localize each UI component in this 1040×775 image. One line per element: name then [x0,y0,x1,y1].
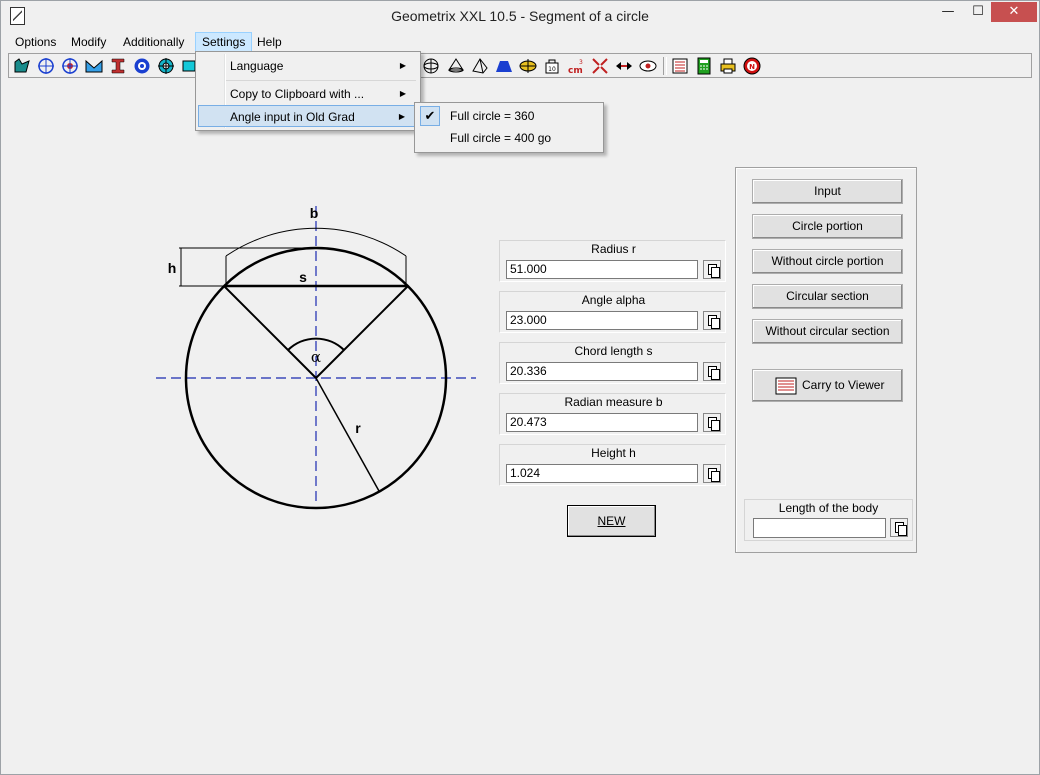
svg-text:cm: cm [568,66,583,75]
calculator-icon[interactable] [695,57,713,75]
angle-label: Angle alpha [581,293,646,307]
radius-field[interactable]: 51.000 [506,260,698,279]
submenu-full-circle-360[interactable]: ✔ Full circle = 360 [417,105,601,127]
height-group: Height h 1.024 [499,444,726,486]
without-circle-portion-button[interactable]: Without circle portion [752,249,903,274]
circle-target-icon[interactable] [61,57,79,75]
submenu-full-circle-360-label: Full circle = 360 [450,109,535,123]
new-button-label: NEW [597,514,626,528]
menu-help[interactable]: Help [251,33,288,51]
sphere-icon[interactable] [422,57,440,75]
menu-additionally[interactable]: Additionally [117,33,190,51]
toolbar: 10 cm 3 N [8,53,1032,78]
unit-cm-icon[interactable]: cm3 [567,57,585,75]
window-title: Geometrix XXL 10.5 - Segment of a circle [391,8,649,24]
angles-icon[interactable] [591,57,609,75]
i-beam-icon[interactable] [109,57,127,75]
m-shape-icon[interactable] [85,57,103,75]
app-window: Geometrix XXL 10.5 - Segment of a circle… [0,0,1040,775]
radian-field[interactable]: 20.473 [506,413,698,432]
list-icon[interactable] [671,57,689,75]
toolbar-separator [663,57,667,75]
copy-height-button[interactable] [703,464,721,483]
circle-dot-icon[interactable] [133,57,151,75]
label-h: h [168,260,177,276]
copy-radius-button[interactable] [703,260,721,279]
arrows-icon[interactable] [615,57,633,75]
submenu-full-circle-400[interactable]: Full circle = 400 go [417,127,601,149]
angle-field[interactable]: 23.000 [506,311,698,330]
carry-to-viewer-label: Carry to Viewer [802,378,885,392]
maximize-button[interactable]: ☐ [965,2,991,22]
calculator-key-icon[interactable]: 10 [543,57,561,75]
radian-group: Radian measure b 20.473 [499,393,726,435]
svg-text:N: N [749,63,755,71]
chevron-right-icon: ▶ [399,89,406,98]
without-circular-section-button[interactable]: Without circular section [752,319,903,344]
check-icon: ✔ [420,106,440,126]
pyramid-icon[interactable] [471,57,489,75]
radius-label: Radius r [591,242,636,256]
close-button[interactable]: ✕ [991,2,1037,22]
segment-tool-icon[interactable] [13,57,31,75]
circle-portion-button[interactable]: Circle portion [752,214,903,239]
new-button[interactable]: NEW [567,505,656,537]
svg-text:3: 3 [579,59,583,66]
label-s: s [299,269,307,285]
angle-group: Angle alpha 23.000 [499,291,726,333]
menu-copy-clipboard[interactable]: Copy to Clipboard with ... ▶ [198,83,416,105]
menu-options[interactable]: Options [9,33,62,51]
copy-angle-button[interactable] [703,311,721,330]
stop-icon[interactable]: N [743,57,761,75]
svg-text:10: 10 [548,66,556,73]
copy-chord-button[interactable] [703,362,721,381]
copy-radian-button[interactable] [703,413,721,432]
chord-field[interactable]: 20.336 [506,362,698,381]
menu-language-label: Language [230,59,284,73]
label-r: r [355,420,361,436]
radius-right-line [315,285,409,379]
menu-copy-clipboard-label: Copy to Clipboard with ... [230,87,365,101]
menu-bar: Options Modify Additionally Settings Hel… [2,32,1038,52]
height-label: Height h [591,446,636,460]
eye-icon[interactable] [639,57,657,75]
copy-body-length-button[interactable] [890,518,908,537]
body-length-group: Length of the body [744,499,913,541]
body-length-label: Length of the body [778,501,879,515]
height-field[interactable]: 1.024 [506,464,698,483]
radius-r-line [315,377,380,492]
chord-group: Chord length s 20.336 [499,342,726,384]
radius-group: Radius r 51.000 [499,240,726,282]
menu-modify[interactable]: Modify [65,33,112,51]
submenu-full-circle-400-label: Full circle = 400 go [450,131,552,145]
minimize-button[interactable]: — [931,2,965,22]
ellipsoid-icon[interactable] [519,57,537,75]
title-bar: Geometrix XXL 10.5 - Segment of a circle… [1,1,1039,32]
printer-icon[interactable] [719,57,737,75]
list-icon [775,377,797,395]
chevron-right-icon: ▶ [399,61,406,70]
circular-section-button[interactable]: Circular section [752,284,903,309]
menu-angle-input-label: Angle input in Old Grad [230,110,355,124]
menu-angle-input[interactable]: Angle input in Old Grad ▶ [198,105,416,127]
carry-to-viewer-button[interactable]: Carry to Viewer [752,369,903,402]
frustum-icon[interactable] [495,57,513,75]
circle-ring-icon[interactable] [157,57,175,75]
input-button[interactable]: Input [752,179,903,204]
chord-label: Chord length s [574,344,653,358]
radius-left-line [223,285,317,379]
segment-diagram: b h s α r [156,205,476,510]
menu-settings[interactable]: Settings [195,32,253,52]
circle-crosshair-icon[interactable] [37,57,55,75]
body-length-field[interactable] [753,518,886,538]
menu-language[interactable]: Language ▶ [198,55,416,77]
radian-label: Radian measure b [564,395,663,409]
label-alpha: α [311,348,321,366]
cone-icon[interactable] [447,57,465,75]
angle-submenu: ✔ Full circle = 360 Full circle = 400 go [414,102,604,153]
chevron-right-icon: ▶ [398,112,405,121]
label-b: b [310,205,319,221]
settings-dropdown: Language ▶ Copy to Clipboard with ... ▶ … [195,51,421,131]
